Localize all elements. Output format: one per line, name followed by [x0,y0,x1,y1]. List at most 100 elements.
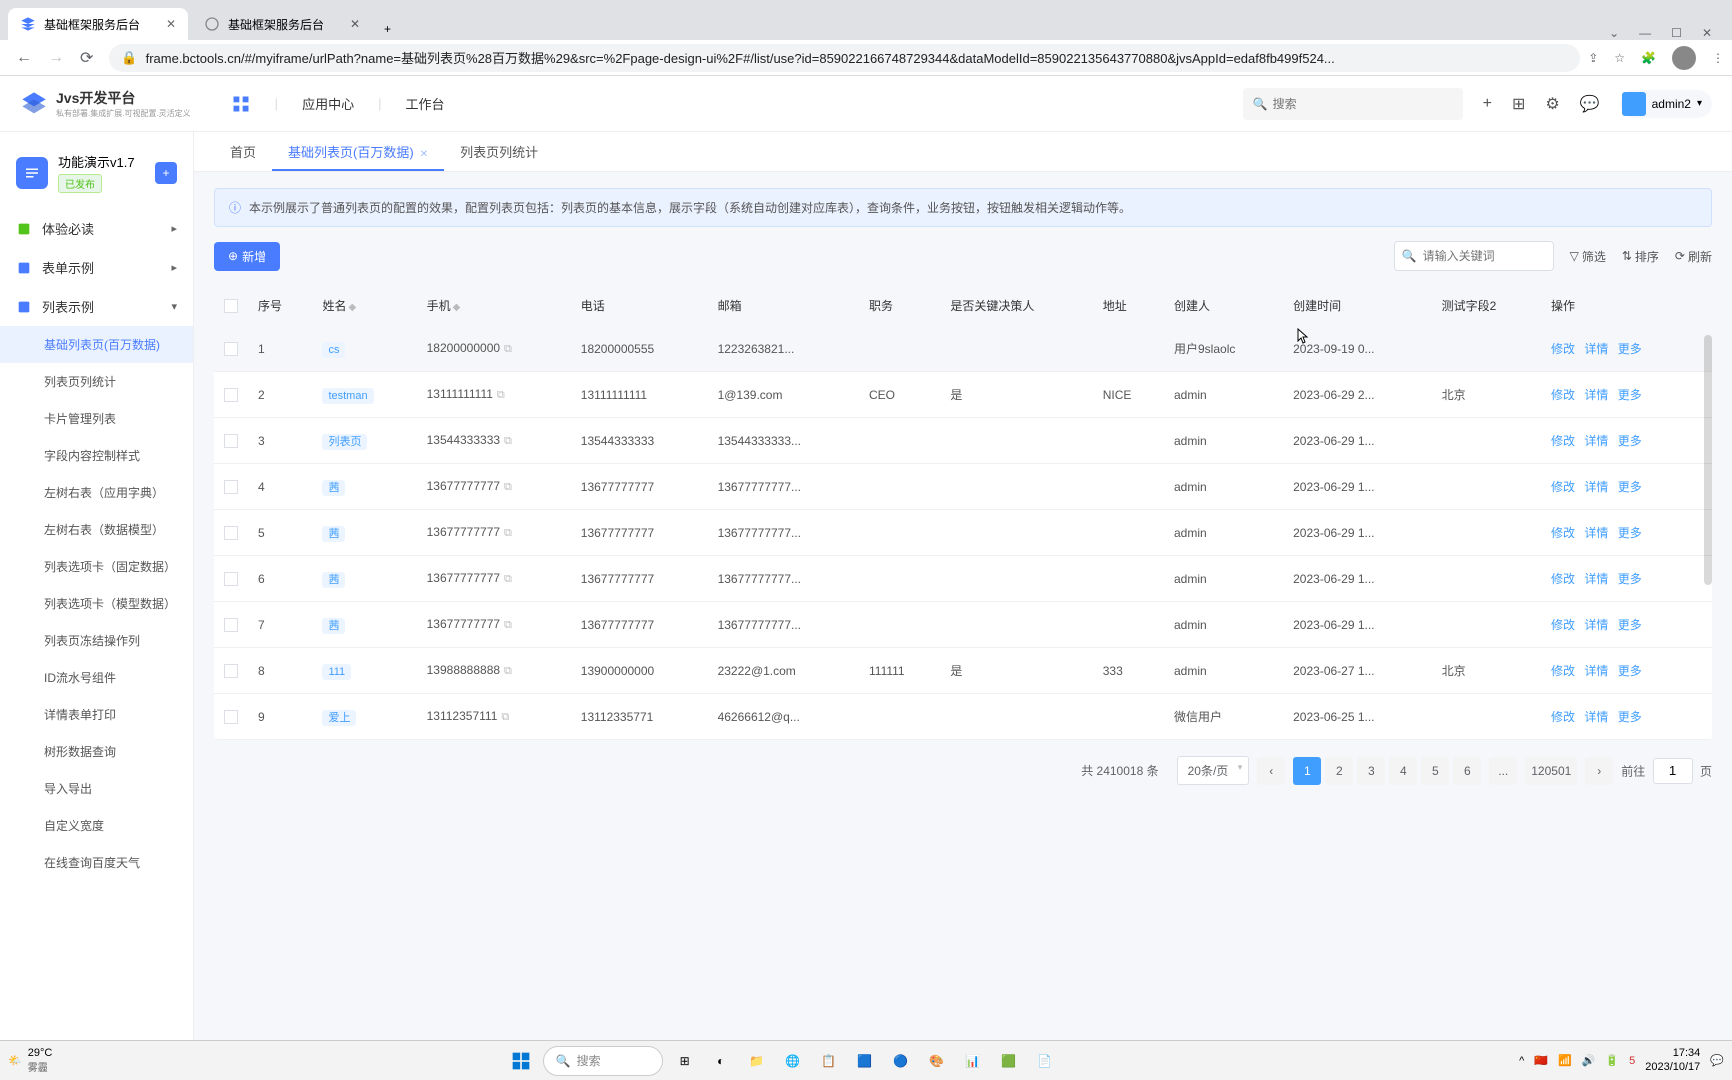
page-ellipsis[interactable]: ... [1489,757,1517,785]
edit-link[interactable]: 修改 [1551,710,1575,724]
name-link[interactable]: 爱上 [322,710,356,726]
app-icon[interactable]: 🟩 [993,1045,1025,1077]
detail-link[interactable]: 详情 [1584,388,1608,402]
name-link[interactable]: 茜 [322,572,345,588]
sidebar-item[interactable]: 左树右表（数据模型） [0,511,193,548]
forward-button[interactable]: → [40,45,72,71]
page-number-button[interactable]: 5 [1421,757,1449,785]
detail-link[interactable]: 详情 [1584,664,1608,678]
nav-workspace[interactable]: 工作台 [405,94,444,113]
tab-close-icon[interactable]: ✕ [158,17,176,31]
sidebar-item[interactable]: 卡片管理列表 [0,400,193,437]
row-checkbox[interactable] [224,388,238,402]
filter-button[interactable]: ▽筛选 [1570,248,1606,265]
app-icon[interactable]: 🟦 [849,1045,881,1077]
more-link[interactable]: 更多 [1618,480,1642,494]
page-number-button[interactable]: 1 [1293,757,1321,785]
edit-link[interactable]: 修改 [1551,434,1575,448]
gear-icon[interactable]: ⚙ [1545,94,1559,114]
sidebar-item[interactable]: 列表页列统计 [0,363,193,400]
header-search-input[interactable] [1243,88,1463,120]
copy-icon[interactable]: ⧉ [504,527,512,539]
more-link[interactable]: 更多 [1618,572,1642,586]
edit-link[interactable]: 修改 [1551,480,1575,494]
sidebar-item[interactable]: 列表选项卡（模型数据） [0,585,193,622]
sidebar-group[interactable]: 列表示例▾ [0,287,193,326]
copy-icon[interactable]: ⧉ [501,711,509,723]
row-checkbox[interactable] [224,342,238,356]
keyword-input[interactable] [1394,241,1554,271]
edit-link[interactable]: 修改 [1551,526,1575,540]
more-link[interactable]: 更多 [1618,388,1642,402]
sidebar-item[interactable]: 在线查询百度天气 [0,844,193,881]
page-number-button[interactable]: 3 [1357,757,1385,785]
edit-link[interactable]: 修改 [1551,664,1575,678]
row-checkbox[interactable] [224,434,238,448]
sidebar-item[interactable]: 自定义宽度 [0,807,193,844]
clock[interactable]: 17:34 2023/10/17 [1645,1047,1700,1073]
user-menu[interactable]: admin2 ▾ [1620,90,1712,118]
name-link[interactable]: 茜 [322,618,345,634]
chrome-icon[interactable]: 🌐 [777,1045,809,1077]
copy-icon[interactable]: ⧉ [504,435,512,447]
reload-button[interactable]: ⟳ [72,44,101,72]
more-link[interactable]: 更多 [1618,342,1642,356]
tray-chevron-icon[interactable]: ^ [1519,1055,1524,1067]
edit-link[interactable]: 修改 [1551,572,1575,586]
sidebar-item[interactable]: ID流水号组件 [0,659,193,696]
copy-icon[interactable]: ⧉ [504,343,512,355]
explorer-icon[interactable]: 📁 [741,1045,773,1077]
sidebar-group[interactable]: 体验必读▸ [0,209,193,248]
select-all-checkbox[interactable] [224,299,238,313]
menu-icon[interactable]: ⋮ [1712,51,1724,65]
name-link[interactable]: 茜 [322,480,345,496]
page-number-button[interactable]: 6 [1453,757,1481,785]
browser-tab-active[interactable]: 基础框架服务后台 ✕ [8,8,188,40]
input-method-icon[interactable]: 🇨🇳 [1534,1054,1548,1067]
edge-icon[interactable]: 🔵 [885,1045,917,1077]
row-checkbox[interactable] [224,526,238,540]
profile-avatar[interactable] [1672,46,1696,70]
widgets-icon[interactable]: ◐ [705,1045,737,1077]
copy-icon[interactable]: ⧉ [504,573,512,585]
close-icon[interactable]: ✕ [1702,26,1712,40]
sidebar-item[interactable]: 左树右表（应用字典） [0,474,193,511]
more-link[interactable]: 更多 [1618,526,1642,540]
back-button[interactable]: ← [8,45,40,71]
browser-tab-inactive[interactable]: 基础框架服务后台 ✕ [192,8,372,40]
chat-icon[interactable]: 💬 [1580,94,1600,114]
col-name[interactable]: 姓名◆ [312,285,416,326]
sort-icon[interactable]: ◆ [348,302,356,313]
detail-link[interactable]: 详情 [1584,710,1608,724]
detail-link[interactable]: 详情 [1584,342,1608,356]
name-link[interactable]: cs [322,342,345,358]
task-view-icon[interactable]: ⊞ [669,1045,701,1077]
maximize-icon[interactable]: ☐ [1671,26,1682,40]
detail-link[interactable]: 详情 [1584,572,1608,586]
add-button[interactable]: ⊕ 新增 [214,242,280,271]
tab-home[interactable]: 首页 [214,132,272,171]
copy-icon[interactable]: ⧉ [504,481,512,493]
sidebar-item[interactable]: 详情表单打印 [0,696,193,733]
name-link[interactable]: 茜 [322,526,345,542]
copy-icon[interactable]: ⧉ [504,665,512,677]
detail-link[interactable]: 详情 [1584,526,1608,540]
col-mobile[interactable]: 手机◆ [417,285,571,326]
name-link[interactable]: 111 [322,664,351,680]
plus-icon[interactable]: + [1483,95,1492,113]
detail-link[interactable]: 详情 [1584,434,1608,448]
tray-icon[interactable]: 5 [1629,1055,1635,1067]
row-checkbox[interactable] [224,618,238,632]
extension-icon[interactable]: 🧩 [1641,51,1656,65]
share-icon[interactable]: ⇪ [1588,51,1598,65]
sidebar-item[interactable]: 基础列表页(百万数据) [0,326,193,363]
sidebar-item[interactable]: 列表选项卡（固定数据） [0,548,193,585]
wifi-icon[interactable]: 📶 [1558,1054,1572,1067]
notifications-icon[interactable]: 💬 [1710,1054,1724,1067]
app-icon[interactable]: 🎨 [921,1045,953,1077]
sidebar-item[interactable]: 导入导出 [0,770,193,807]
row-checkbox[interactable] [224,664,238,678]
sidebar-item[interactable]: 列表页冻结操作列 [0,622,193,659]
home-grid-icon[interactable] [231,94,251,114]
detail-link[interactable]: 详情 [1584,618,1608,632]
